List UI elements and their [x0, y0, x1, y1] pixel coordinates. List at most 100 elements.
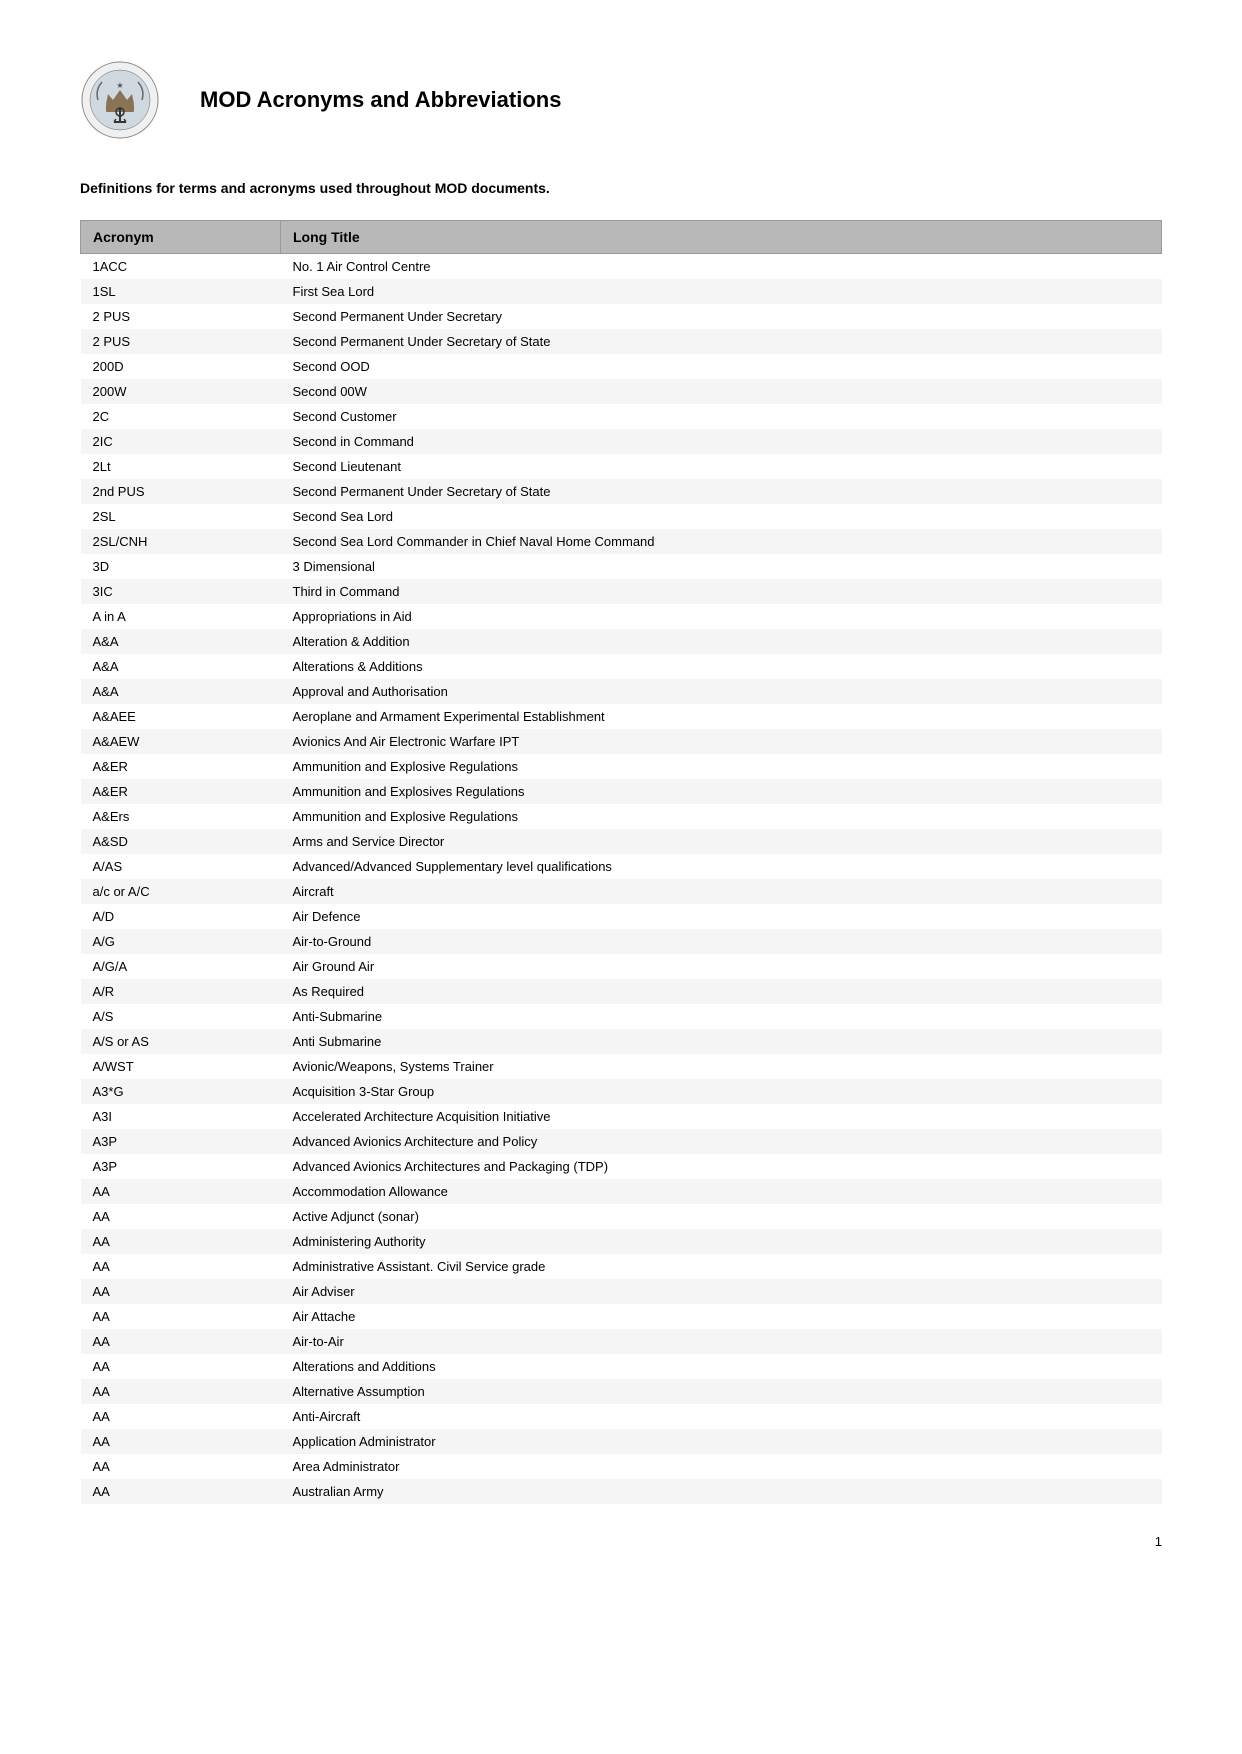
- table-row: A/RAs Required: [81, 979, 1162, 1004]
- cell-long-title: Second Permanent Under Secretary of Stat…: [281, 329, 1162, 354]
- cell-acronym: A&A: [81, 679, 281, 704]
- table-row: A&SDArms and Service Director: [81, 829, 1162, 854]
- cell-long-title: Alterations and Additions: [281, 1354, 1162, 1379]
- cell-acronym: A&AEE: [81, 704, 281, 729]
- table-row: a/c or A/CAircraft: [81, 879, 1162, 904]
- cell-acronym: AA: [81, 1454, 281, 1479]
- cell-long-title: Alterations & Additions: [281, 654, 1162, 679]
- cell-long-title: Active Adjunct (sonar): [281, 1204, 1162, 1229]
- table-row: AAAir-to-Air: [81, 1329, 1162, 1354]
- cell-long-title: Third in Command: [281, 579, 1162, 604]
- cell-long-title: Anti-Aircraft: [281, 1404, 1162, 1429]
- cell-acronym: AA: [81, 1354, 281, 1379]
- cell-acronym: AA: [81, 1204, 281, 1229]
- page-number: 1: [80, 1534, 1162, 1549]
- table-row: AAAdministering Authority: [81, 1229, 1162, 1254]
- cell-acronym: A&ER: [81, 754, 281, 779]
- cell-acronym: A&A: [81, 654, 281, 679]
- cell-long-title: Administrative Assistant. Civil Service …: [281, 1254, 1162, 1279]
- table-row: 1SLFirst Sea Lord: [81, 279, 1162, 304]
- cell-acronym: A in A: [81, 604, 281, 629]
- cell-long-title: Second in Command: [281, 429, 1162, 454]
- cell-acronym: AA: [81, 1379, 281, 1404]
- table-row: A&ErsAmmunition and Explosive Regulation…: [81, 804, 1162, 829]
- cell-acronym: AA: [81, 1304, 281, 1329]
- cell-acronym: 1SL: [81, 279, 281, 304]
- table-row: 2 PUSSecond Permanent Under Secretary of…: [81, 329, 1162, 354]
- cell-acronym: AA: [81, 1254, 281, 1279]
- cell-long-title: Accelerated Architecture Acquisition Ini…: [281, 1104, 1162, 1129]
- cell-long-title: Approval and Authorisation: [281, 679, 1162, 704]
- cell-long-title: Avionics And Air Electronic Warfare IPT: [281, 729, 1162, 754]
- cell-acronym: A&SD: [81, 829, 281, 854]
- table-row: A&ERAmmunition and Explosive Regulations: [81, 754, 1162, 779]
- cell-acronym: A/AS: [81, 854, 281, 879]
- table-row: A/ASAdvanced/Advanced Supplementary leve…: [81, 854, 1162, 879]
- cell-long-title: Advanced Avionics Architectures and Pack…: [281, 1154, 1162, 1179]
- cell-long-title: Administering Authority: [281, 1229, 1162, 1254]
- cell-acronym: A&A: [81, 629, 281, 654]
- page-subtitle: Definitions for terms and acronyms used …: [80, 180, 1162, 196]
- cell-acronym: AA: [81, 1479, 281, 1504]
- table-row: AAApplication Administrator: [81, 1429, 1162, 1454]
- cell-long-title: Anti Submarine: [281, 1029, 1162, 1054]
- cell-acronym: A/WST: [81, 1054, 281, 1079]
- column-header-title: Long Title: [281, 221, 1162, 254]
- mod-crest: ★: [80, 60, 160, 140]
- acronyms-table: Acronym Long Title 1ACCNo. 1 Air Control…: [80, 220, 1162, 1504]
- table-row: 2ICSecond in Command: [81, 429, 1162, 454]
- cell-long-title: Second Permanent Under Secretary: [281, 304, 1162, 329]
- table-row: 3D3 Dimensional: [81, 554, 1162, 579]
- cell-acronym: a/c or A/C: [81, 879, 281, 904]
- page-title: MOD Acronyms and Abbreviations: [200, 87, 561, 113]
- cell-long-title: Second OOD: [281, 354, 1162, 379]
- table-row: 2SLSecond Sea Lord: [81, 504, 1162, 529]
- cell-long-title: Accommodation Allowance: [281, 1179, 1162, 1204]
- table-row: AAAdministrative Assistant. Civil Servic…: [81, 1254, 1162, 1279]
- cell-acronym: 2 PUS: [81, 329, 281, 354]
- table-row: 2LtSecond Lieutenant: [81, 454, 1162, 479]
- cell-long-title: Acquisition 3-Star Group: [281, 1079, 1162, 1104]
- cell-acronym: A3*G: [81, 1079, 281, 1104]
- cell-long-title: Avionic/Weapons, Systems Trainer: [281, 1054, 1162, 1079]
- table-row: A&AAlterations & Additions: [81, 654, 1162, 679]
- cell-acronym: AA: [81, 1404, 281, 1429]
- cell-long-title: Second Permanent Under Secretary of Stat…: [281, 479, 1162, 504]
- cell-acronym: AA: [81, 1179, 281, 1204]
- cell-long-title: Application Administrator: [281, 1429, 1162, 1454]
- cell-acronym: 1ACC: [81, 254, 281, 280]
- cell-acronym: A/G: [81, 929, 281, 954]
- cell-long-title: As Required: [281, 979, 1162, 1004]
- table-row: A3IAccelerated Architecture Acquisition …: [81, 1104, 1162, 1129]
- cell-acronym: 2 PUS: [81, 304, 281, 329]
- table-row: A/S or ASAnti Submarine: [81, 1029, 1162, 1054]
- cell-acronym: 3D: [81, 554, 281, 579]
- cell-acronym: A/R: [81, 979, 281, 1004]
- svg-text:★: ★: [116, 81, 123, 90]
- cell-acronym: 200W: [81, 379, 281, 404]
- table-row: 2CSecond Customer: [81, 404, 1162, 429]
- table-row: A&AAlteration & Addition: [81, 629, 1162, 654]
- table-row: 3ICThird in Command: [81, 579, 1162, 604]
- cell-long-title: Arms and Service Director: [281, 829, 1162, 854]
- cell-long-title: Ammunition and Explosive Regulations: [281, 804, 1162, 829]
- table-row: A/G/AAir Ground Air: [81, 954, 1162, 979]
- cell-acronym: AA: [81, 1429, 281, 1454]
- cell-long-title: Air Ground Air: [281, 954, 1162, 979]
- cell-acronym: 3IC: [81, 579, 281, 604]
- cell-long-title: Advanced Avionics Architecture and Polic…: [281, 1129, 1162, 1154]
- cell-acronym: A&Ers: [81, 804, 281, 829]
- table-header-row: Acronym Long Title: [81, 221, 1162, 254]
- table-row: A&AEEAeroplane and Armament Experimental…: [81, 704, 1162, 729]
- table-row: A3PAdvanced Avionics Architecture and Po…: [81, 1129, 1162, 1154]
- cell-long-title: Air Attache: [281, 1304, 1162, 1329]
- cell-long-title: Alternative Assumption: [281, 1379, 1162, 1404]
- cell-acronym: A/D: [81, 904, 281, 929]
- cell-long-title: Advanced/Advanced Supplementary level qu…: [281, 854, 1162, 879]
- cell-acronym: A3P: [81, 1154, 281, 1179]
- cell-acronym: A&ER: [81, 779, 281, 804]
- table-row: A&ERAmmunition and Explosives Regulation…: [81, 779, 1162, 804]
- cell-acronym: AA: [81, 1279, 281, 1304]
- cell-long-title: Second Sea Lord Commander in Chief Naval…: [281, 529, 1162, 554]
- table-row: 200DSecond OOD: [81, 354, 1162, 379]
